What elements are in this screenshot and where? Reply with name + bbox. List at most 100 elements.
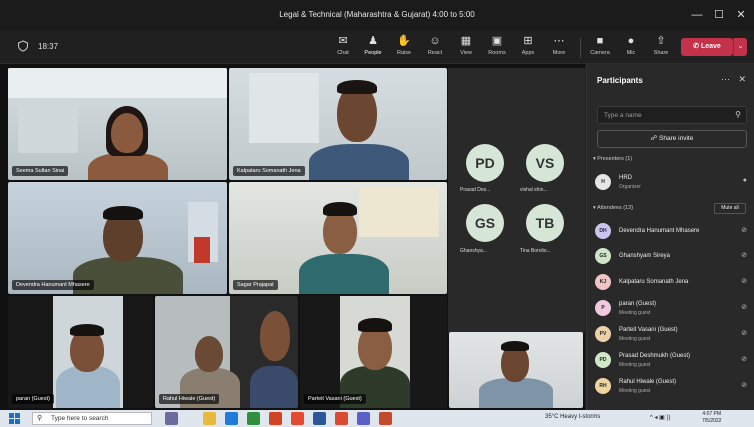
minimize-button[interactable]: — (686, 7, 708, 23)
react-icon: ☺ (429, 35, 441, 47)
avatar: GS (595, 248, 611, 264)
taskbar-search-placeholder: Type here to search (51, 415, 109, 422)
mic-off-icon: ⊘ (741, 252, 747, 259)
view-label: View (460, 50, 472, 56)
leave-button[interactable]: ✆ Leave (681, 38, 733, 56)
chrome-icon[interactable] (291, 412, 304, 425)
panel-more-icon[interactable]: ⋯ (721, 74, 730, 85)
participant-row[interactable]: PV Parteit Vasani (Guest) Meeting guest … (595, 324, 751, 348)
panel-title: Participants (597, 76, 643, 85)
participant-row[interactable]: DH Devendra Hanumant Mhasere ⊘ (595, 221, 751, 245)
title-bar: Legal & Technical (Maharashtra & Gujarat… (0, 0, 754, 30)
share-label: Share (653, 50, 669, 56)
participant-search-input[interactable] (604, 110, 724, 121)
toolbar-divider (580, 38, 581, 58)
search-icon: ⚲ (37, 415, 43, 422)
taskbar-app-icon[interactable] (379, 412, 392, 425)
self-video-tile[interactable] (449, 332, 583, 408)
apps-label: Apps (521, 50, 535, 56)
mic-icon: ● (742, 177, 747, 184)
edge-icon[interactable] (225, 412, 238, 425)
video-tile[interactable]: Sagar Prajapat (229, 182, 447, 294)
participant-name: Seema Sultan Sinai (12, 166, 69, 176)
taskbar-clock[interactable]: 4:07 PM 7/5/2022 (702, 411, 721, 425)
chat-button[interactable]: ✉ Chat (328, 34, 358, 62)
raise-hand-icon: ✋ (397, 35, 411, 47)
camera-icon: ■ (596, 35, 604, 47)
maximize-button[interactable]: ☐ (708, 7, 730, 23)
mic-icon: ● (627, 35, 635, 47)
participant-role: Meeting guest (619, 310, 651, 316)
chat-icon: ✉ (338, 35, 348, 47)
react-button[interactable]: ☺ React (420, 34, 450, 62)
avatar[interactable]: TB (526, 204, 564, 242)
excel-icon[interactable] (247, 412, 260, 425)
participant-row[interactable]: PD Prasad Deshmukh (Guest) Meeting guest… (595, 350, 751, 374)
avatar: PV (595, 326, 611, 342)
camera-button[interactable]: ■ Camera (585, 34, 615, 62)
office-icon[interactable] (269, 412, 282, 425)
participant-row[interactable]: RH Rahul Hiwale (Guest) Meeting guest ⊘ (595, 376, 751, 400)
more-button[interactable]: ⋯ More (544, 34, 574, 62)
participant-row[interactable]: P paran (Guest) Meeting guest ⊘ (595, 298, 751, 322)
participant-row[interactable]: H HRD Organizer ● (595, 172, 751, 196)
raise-hand-button[interactable]: ✋ Raise (389, 34, 419, 62)
participant-role: Meeting guest (619, 362, 651, 368)
video-tile[interactable]: Kalpataru Somanath Jena (229, 68, 447, 180)
video-tile[interactable]: Seema Sultan Sinai (8, 68, 227, 180)
video-tile[interactable]: paran (Guest) (8, 296, 153, 408)
video-tile[interactable]: Rahul Hiwale (Guest) (155, 296, 298, 408)
file-explorer-icon[interactable] (203, 412, 216, 425)
weather-widget[interactable]: 35°C Heavy t-storms (545, 414, 600, 420)
chat-label: Chat (337, 50, 349, 56)
taskbar-search[interactable]: ⚲ Type here to search (32, 412, 152, 425)
view-button[interactable]: ▦ View (451, 34, 481, 62)
react-label: React (427, 50, 443, 56)
attendees-section-header[interactable]: ▾ Attendees (13) (593, 205, 633, 211)
participant-row[interactable]: GS Ghanshyam Sireya ⊘ (595, 246, 751, 270)
participant-name: Kalpataru Somanath Jena (233, 166, 305, 176)
clock-time: 4:07 PM (702, 411, 722, 417)
avatar[interactable]: VS (526, 144, 564, 182)
video-tile[interactable]: Devendra Hanumant Mhasere (8, 182, 227, 294)
rooms-label: Rooms (488, 50, 506, 56)
rooms-icon: ▣ (491, 35, 503, 47)
apps-button[interactable]: ⊞ Apps (513, 34, 543, 62)
mic-button[interactable]: ● Mic (616, 34, 646, 62)
mic-off-icon: ⊘ (741, 330, 747, 337)
presenters-section-header[interactable]: ▾ Presenters (1) (593, 156, 632, 162)
share-button[interactable]: ⇧ Share (646, 34, 676, 62)
avatar-grid: PD Prasad Des... VS vishal shin... GS Gh… (448, 68, 585, 333)
panel-close-icon[interactable]: ✕ (738, 74, 746, 85)
mute-all-button[interactable]: Mute all (714, 203, 746, 214)
avatar: PD (595, 352, 611, 368)
avatar-name: Tina Borolio... (520, 248, 551, 254)
presenters-header-label: Presenters (1) (597, 156, 633, 162)
word-icon[interactable] (313, 412, 326, 425)
apps-icon: ⊞ (523, 35, 533, 47)
avatar[interactable]: GS (466, 204, 504, 242)
mic-off-icon: ⊘ (741, 356, 747, 363)
teams-icon[interactable] (357, 412, 370, 425)
close-button[interactable]: ✕ (730, 7, 752, 23)
participant-name: HRD (619, 175, 632, 181)
rooms-button[interactable]: ▣ Rooms (482, 34, 512, 62)
powerpoint-icon[interactable] (335, 412, 348, 425)
participant-row[interactable]: KJ Kalpataru Somanath Jena ⊘ (595, 272, 751, 296)
windows-start-icon[interactable] (9, 413, 20, 424)
taskbar-app-icon[interactable] (165, 412, 178, 425)
people-button[interactable]: ♟ People (358, 34, 388, 66)
leave-options-chevron-icon[interactable]: ⌄ (733, 38, 747, 56)
video-stage: Seema Sultan Sinai Kalpataru Somanath Je… (0, 64, 585, 410)
more-label: More (552, 50, 566, 56)
mic-off-icon: ⊘ (741, 227, 747, 234)
participant-name: paran (Guest) (12, 394, 54, 404)
search-icon[interactable]: ⚲ (735, 110, 741, 119)
system-tray[interactable]: ^ ◂ ▣ )) (650, 414, 671, 421)
avatar[interactable]: PD (466, 144, 504, 182)
mic-off-icon: ⊘ (741, 304, 747, 311)
share-invite-button[interactable]: ☍ Share invite (597, 130, 747, 148)
participant-name: Sagar Prajapat (233, 280, 278, 290)
video-tile[interactable]: Parteit Vasani (Guest) (300, 296, 447, 408)
more-icon: ⋯ (553, 35, 565, 47)
